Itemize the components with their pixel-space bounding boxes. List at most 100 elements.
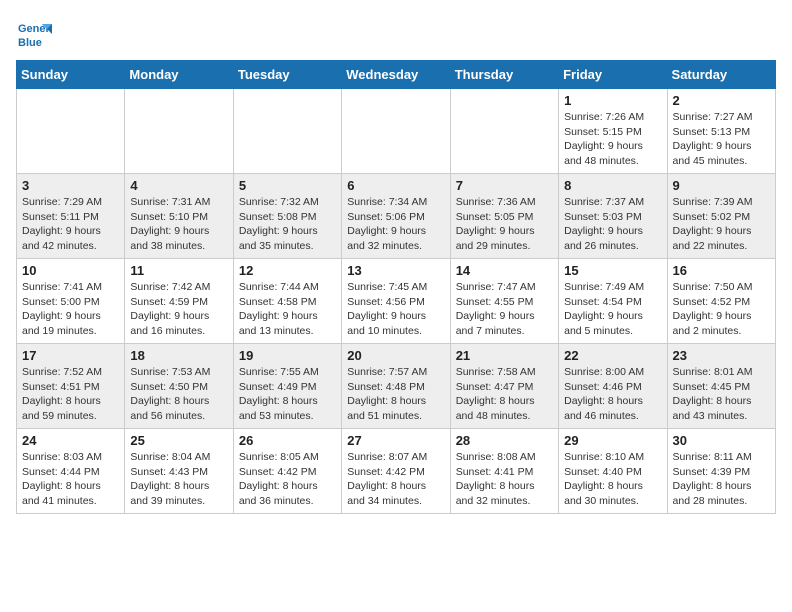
cell-info: Sunrise: 7:45 AM Sunset: 4:56 PM Dayligh… bbox=[347, 280, 444, 339]
calendar-cell: 8 Sunrise: 7:37 AM Sunset: 5:03 PM Daylig… bbox=[559, 174, 667, 259]
cell-info: Sunrise: 7:42 AM Sunset: 4:59 PM Dayligh… bbox=[130, 280, 227, 339]
cell-day-number: 20 bbox=[347, 348, 444, 363]
calendar-cell: 10 Sunrise: 7:41 AM Sunset: 5:00 PM Dayli… bbox=[17, 259, 125, 344]
weekday-header-row: SundayMondayTuesdayWednesdayThursdayFrid… bbox=[17, 61, 776, 89]
calendar-cell: 3 Sunrise: 7:29 AM Sunset: 5:11 PM Daylig… bbox=[17, 174, 125, 259]
cell-info: Sunrise: 7:34 AM Sunset: 5:06 PM Dayligh… bbox=[347, 195, 444, 254]
cell-day-number: 12 bbox=[239, 263, 336, 278]
cell-info: Sunrise: 7:37 AM Sunset: 5:03 PM Dayligh… bbox=[564, 195, 661, 254]
cell-day-number: 29 bbox=[564, 433, 661, 448]
cell-day-number: 7 bbox=[456, 178, 553, 193]
week-row-4: 17Sunrise: 7:52 AM Sunset: 4:51 PM Dayli… bbox=[17, 344, 776, 429]
weekday-header-wednesday: Wednesday bbox=[342, 61, 450, 89]
calendar-cell: 4 Sunrise: 7:31 AM Sunset: 5:10 PM Daylig… bbox=[125, 174, 233, 259]
cell-info: Sunrise: 7:57 AM Sunset: 4:48 PM Dayligh… bbox=[347, 365, 444, 424]
week-row-1: 1Sunrise: 7:26 AM Sunset: 5:15 PM Daylig… bbox=[17, 89, 776, 174]
cell-day-number: 17 bbox=[22, 348, 119, 363]
cell-day-number: 27 bbox=[347, 433, 444, 448]
calendar-cell: 16 Sunrise: 7:50 AM Sunset: 4:52 PM Dayli… bbox=[667, 259, 775, 344]
cell-day-number: 4 bbox=[130, 178, 227, 193]
cell-day-number: 11 bbox=[130, 263, 227, 278]
cell-info: Sunrise: 7:27 AM Sunset: 5:13 PM Dayligh… bbox=[673, 110, 770, 169]
week-row-3: 10 Sunrise: 7:41 AM Sunset: 5:00 PM Dayli… bbox=[17, 259, 776, 344]
calendar-cell: 1Sunrise: 7:26 AM Sunset: 5:15 PM Daylig… bbox=[559, 89, 667, 174]
calendar-cell: 23Sunrise: 8:01 AM Sunset: 4:45 PM Dayli… bbox=[667, 344, 775, 429]
cell-info: Sunrise: 7:41 AM Sunset: 5:00 PM Dayligh… bbox=[22, 280, 119, 339]
calendar-cell: 18 Sunrise: 7:53 AM Sunset: 4:50 PM Dayli… bbox=[125, 344, 233, 429]
cell-day-number: 15 bbox=[564, 263, 661, 278]
cell-info: Sunrise: 8:10 AM Sunset: 4:40 PM Dayligh… bbox=[564, 450, 661, 509]
cell-info: Sunrise: 7:50 AM Sunset: 4:52 PM Dayligh… bbox=[673, 280, 770, 339]
logo-icon: General Blue bbox=[16, 16, 52, 52]
cell-day-number: 24 bbox=[22, 433, 119, 448]
cell-day-number: 5 bbox=[239, 178, 336, 193]
cell-day-number: 25 bbox=[130, 433, 227, 448]
cell-day-number: 22 bbox=[564, 348, 661, 363]
cell-info: Sunrise: 7:32 AM Sunset: 5:08 PM Dayligh… bbox=[239, 195, 336, 254]
weekday-header-friday: Friday bbox=[559, 61, 667, 89]
cell-day-number: 8 bbox=[564, 178, 661, 193]
cell-day-number: 10 bbox=[22, 263, 119, 278]
cell-day-number: 13 bbox=[347, 263, 444, 278]
calendar-cell: 12Sunrise: 7:44 AM Sunset: 4:58 PM Dayli… bbox=[233, 259, 341, 344]
cell-info: Sunrise: 7:39 AM Sunset: 5:02 PM Dayligh… bbox=[673, 195, 770, 254]
cell-info: Sunrise: 7:36 AM Sunset: 5:05 PM Dayligh… bbox=[456, 195, 553, 254]
calendar-cell: 9 Sunrise: 7:39 AM Sunset: 5:02 PM Daylig… bbox=[667, 174, 775, 259]
weekday-header-thursday: Thursday bbox=[450, 61, 558, 89]
cell-day-number: 28 bbox=[456, 433, 553, 448]
calendar-cell: 19 Sunrise: 7:55 AM Sunset: 4:49 PM Dayli… bbox=[233, 344, 341, 429]
calendar-cell bbox=[125, 89, 233, 174]
weekday-header-tuesday: Tuesday bbox=[233, 61, 341, 89]
cell-info: Sunrise: 8:04 AM Sunset: 4:43 PM Dayligh… bbox=[130, 450, 227, 509]
cell-day-number: 6 bbox=[347, 178, 444, 193]
cell-day-number: 3 bbox=[22, 178, 119, 193]
week-row-2: 3 Sunrise: 7:29 AM Sunset: 5:11 PM Daylig… bbox=[17, 174, 776, 259]
cell-info: Sunrise: 7:53 AM Sunset: 4:50 PM Dayligh… bbox=[130, 365, 227, 424]
cell-info: Sunrise: 8:08 AM Sunset: 4:41 PM Dayligh… bbox=[456, 450, 553, 509]
cell-info: Sunrise: 7:26 AM Sunset: 5:15 PM Dayligh… bbox=[564, 110, 661, 169]
cell-day-number: 16 bbox=[673, 263, 770, 278]
weekday-header-sunday: Sunday bbox=[17, 61, 125, 89]
calendar-cell: 27 Sunrise: 8:07 AM Sunset: 4:42 PM Dayli… bbox=[342, 429, 450, 514]
cell-info: Sunrise: 8:03 AM Sunset: 4:44 PM Dayligh… bbox=[22, 450, 119, 509]
cell-info: Sunrise: 7:49 AM Sunset: 4:54 PM Dayligh… bbox=[564, 280, 661, 339]
calendar-cell: 29 Sunrise: 8:10 AM Sunset: 4:40 PM Dayli… bbox=[559, 429, 667, 514]
calendar-cell bbox=[342, 89, 450, 174]
calendar-cell: 7 Sunrise: 7:36 AM Sunset: 5:05 PM Daylig… bbox=[450, 174, 558, 259]
calendar-cell bbox=[17, 89, 125, 174]
cell-info: Sunrise: 8:00 AM Sunset: 4:46 PM Dayligh… bbox=[564, 365, 661, 424]
cell-day-number: 30 bbox=[673, 433, 770, 448]
cell-day-number: 19 bbox=[239, 348, 336, 363]
cell-info: Sunrise: 7:47 AM Sunset: 4:55 PM Dayligh… bbox=[456, 280, 553, 339]
page-header: General Blue bbox=[16, 16, 776, 52]
cell-info: Sunrise: 7:55 AM Sunset: 4:49 PM Dayligh… bbox=[239, 365, 336, 424]
weekday-header-monday: Monday bbox=[125, 61, 233, 89]
calendar-cell: 30 Sunrise: 8:11 AM Sunset: 4:39 PM Dayli… bbox=[667, 429, 775, 514]
calendar-cell: 2 Sunrise: 7:27 AM Sunset: 5:13 PM Daylig… bbox=[667, 89, 775, 174]
calendar-cell bbox=[233, 89, 341, 174]
cell-day-number: 2 bbox=[673, 93, 770, 108]
cell-info: Sunrise: 7:31 AM Sunset: 5:10 PM Dayligh… bbox=[130, 195, 227, 254]
calendar-cell: 21Sunrise: 7:58 AM Sunset: 4:47 PM Dayli… bbox=[450, 344, 558, 429]
calendar-cell: 15 Sunrise: 7:49 AM Sunset: 4:54 PM Dayli… bbox=[559, 259, 667, 344]
calendar-cell: 17Sunrise: 7:52 AM Sunset: 4:51 PM Dayli… bbox=[17, 344, 125, 429]
cell-day-number: 23 bbox=[673, 348, 770, 363]
cell-day-number: 26 bbox=[239, 433, 336, 448]
cell-info: Sunrise: 8:11 AM Sunset: 4:39 PM Dayligh… bbox=[673, 450, 770, 509]
calendar-table: SundayMondayTuesdayWednesdayThursdayFrid… bbox=[16, 60, 776, 514]
calendar-cell: 13 Sunrise: 7:45 AM Sunset: 4:56 PM Dayli… bbox=[342, 259, 450, 344]
cell-info: Sunrise: 7:29 AM Sunset: 5:11 PM Dayligh… bbox=[22, 195, 119, 254]
calendar-cell: 20 Sunrise: 7:57 AM Sunset: 4:48 PM Dayli… bbox=[342, 344, 450, 429]
cell-day-number: 9 bbox=[673, 178, 770, 193]
cell-info: Sunrise: 8:07 AM Sunset: 4:42 PM Dayligh… bbox=[347, 450, 444, 509]
cell-day-number: 18 bbox=[130, 348, 227, 363]
calendar-cell: 6 Sunrise: 7:34 AM Sunset: 5:06 PM Daylig… bbox=[342, 174, 450, 259]
cell-info: Sunrise: 7:58 AM Sunset: 4:47 PM Dayligh… bbox=[456, 365, 553, 424]
cell-day-number: 14 bbox=[456, 263, 553, 278]
calendar-cell: 24 Sunrise: 8:03 AM Sunset: 4:44 PM Dayli… bbox=[17, 429, 125, 514]
calendar-cell: 14 Sunrise: 7:47 AM Sunset: 4:55 PM Dayli… bbox=[450, 259, 558, 344]
calendar-cell: 25 Sunrise: 8:04 AM Sunset: 4:43 PM Dayli… bbox=[125, 429, 233, 514]
weekday-header-saturday: Saturday bbox=[667, 61, 775, 89]
calendar-cell: 5 Sunrise: 7:32 AM Sunset: 5:08 PM Daylig… bbox=[233, 174, 341, 259]
calendar-cell: 11 Sunrise: 7:42 AM Sunset: 4:59 PM Dayli… bbox=[125, 259, 233, 344]
